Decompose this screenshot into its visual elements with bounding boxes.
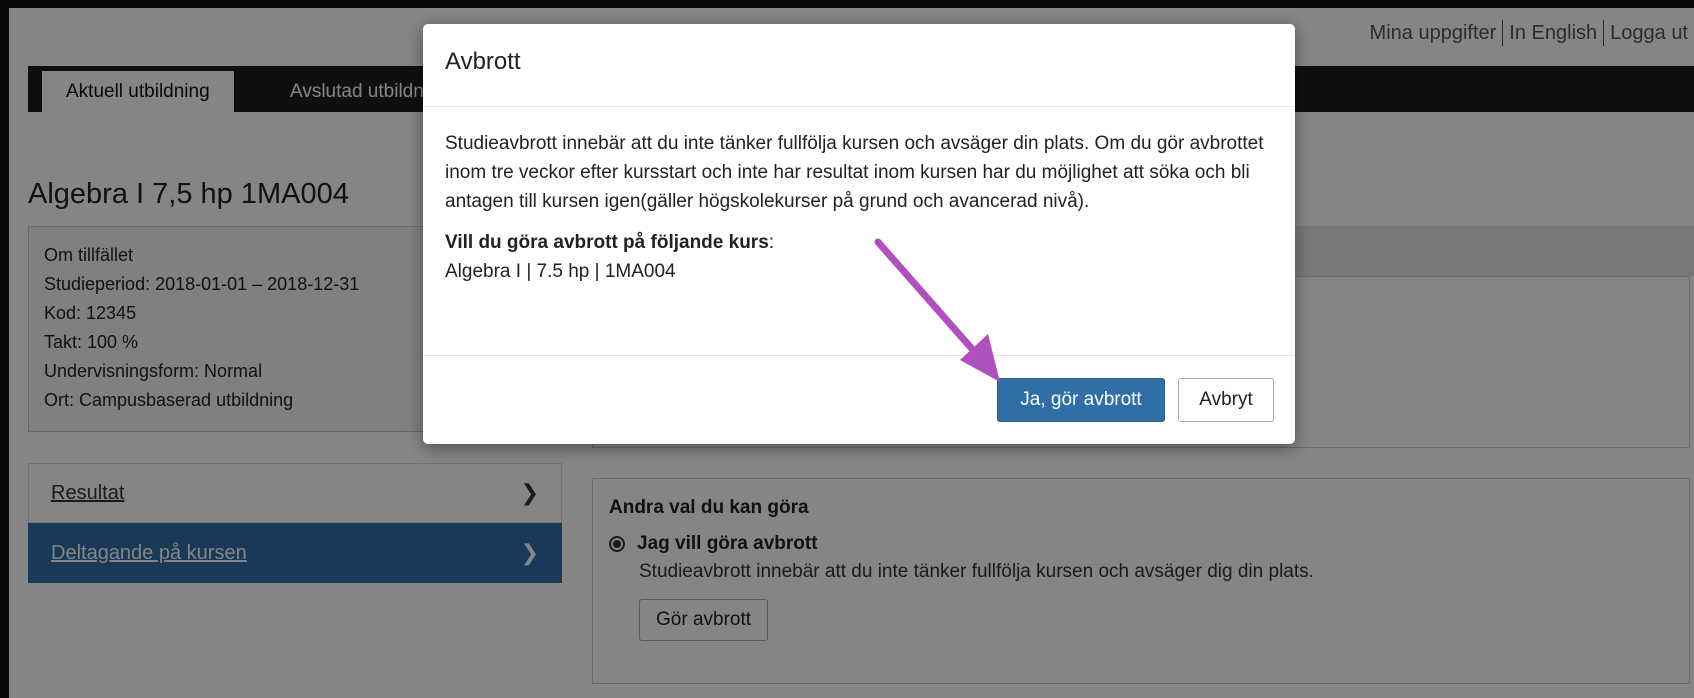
question-colon: : (768, 232, 775, 253)
dialog-title: Avbrott (423, 24, 1295, 107)
dialog-question: Vill du göra avbrott på följande kurs: (445, 228, 1273, 257)
cancel-button[interactable]: Avbryt (1178, 378, 1274, 422)
dialog-text: Studieavbrott innebär att du inte tänker… (445, 133, 1264, 212)
question-text: Vill du göra avbrott på följande kurs (445, 232, 769, 253)
avbrott-dialog: Avbrott Studieavbrott innebär att du int… (423, 24, 1295, 444)
arrow-icon (874, 238, 1000, 382)
dialog-course-line: Algebra I | 7.5 hp | 1MA004 (445, 261, 676, 282)
confirm-avbrott-button[interactable]: Ja, gör avbrott (997, 378, 1165, 422)
dialog-body: Studieavbrott innebär att du inte tänker… (423, 107, 1295, 356)
dialog-footer: Ja, gör avbrott Avbryt (423, 356, 1295, 444)
